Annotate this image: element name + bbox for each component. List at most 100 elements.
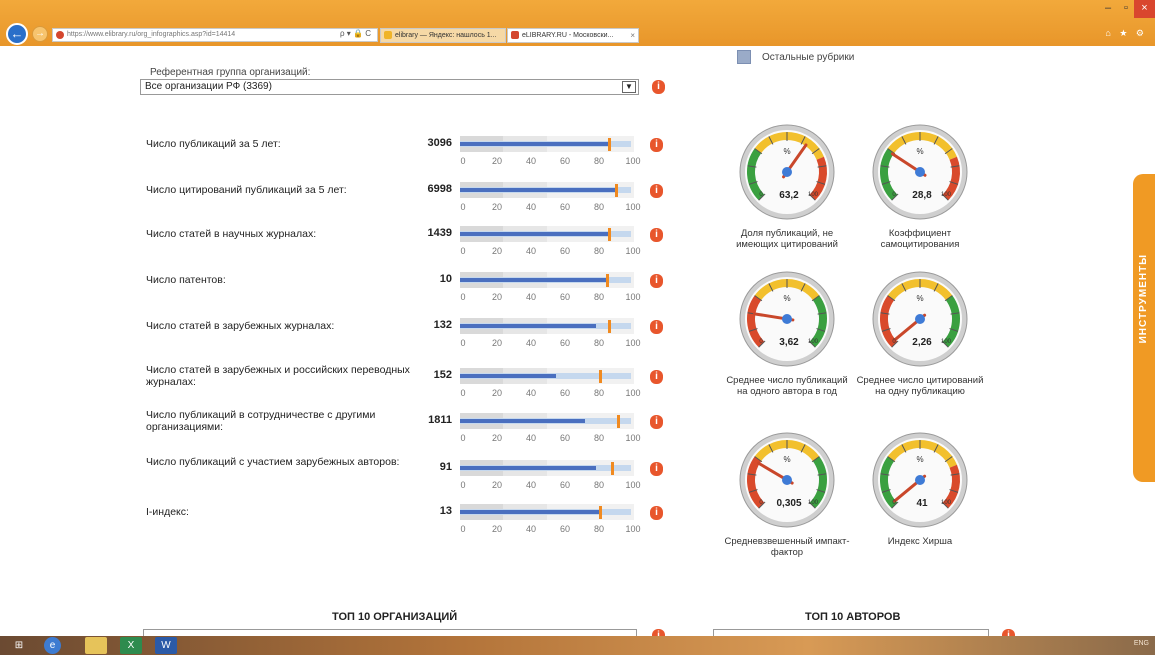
value-bar <box>460 324 596 328</box>
forward-button[interactable]: → <box>32 26 48 42</box>
tray-language[interactable]: ENG <box>1134 640 1149 647</box>
windows-start-icon[interactable]: ⊞ <box>8 637 30 654</box>
info-icon[interactable]: i <box>652 629 665 636</box>
info-icon[interactable]: i <box>650 184 663 198</box>
gauge-caption: Среднее число цитирований на одну публик… <box>856 375 984 397</box>
axis-tick-label: 0 <box>460 156 466 166</box>
axis-tick-label: 100 <box>625 524 641 534</box>
chevron-down-icon[interactable]: ▼ <box>622 81 636 93</box>
gauge-dial: 0 100% <box>739 271 835 367</box>
bullet-axis: 0 20 40 60 80 100 <box>460 338 640 350</box>
browser-tab-elibrary[interactable]: eLIBRARY.RU - Московски... × <box>507 28 639 43</box>
bullet-axis: 0 20 40 60 80 100 <box>460 202 640 214</box>
legend-label: Остальные рубрики <box>762 52 855 63</box>
info-icon[interactable]: i <box>650 415 663 429</box>
metric-label: Число статей в научных журналах: <box>146 228 317 240</box>
top-orgs-select[interactable] <box>143 629 637 636</box>
bullet-bar <box>460 318 634 334</box>
axis-tick-label: 100 <box>625 388 641 398</box>
gauge-dial: 0 100% <box>872 271 968 367</box>
axis-tick-label: 100 <box>625 292 641 302</box>
gauge-value: 41 <box>916 498 928 509</box>
axis-tick-label: 40 <box>525 388 537 398</box>
info-icon[interactable]: i <box>650 370 663 384</box>
info-icon[interactable]: i <box>650 320 663 334</box>
reference-group-select[interactable]: Все организации РФ (3369) ▼ <box>140 79 639 95</box>
address-tools[interactable]: ρ ▾ 🔒 C <box>340 29 371 38</box>
bullet-bar <box>460 182 634 198</box>
metric-label: Число патентов: <box>146 274 226 286</box>
file-explorer-icon[interactable] <box>85 637 107 654</box>
axis-tick-label: 100 <box>625 338 641 348</box>
axis-tick-label: 20 <box>491 524 503 534</box>
maximize-button[interactable]: ▫ <box>1118 0 1134 18</box>
info-icon[interactable]: i <box>650 138 663 152</box>
reference-group-value: Все организации РФ (3369) <box>145 81 272 92</box>
reference-group-label: Референтная группа организаций: <box>150 67 311 78</box>
back-button[interactable]: ← <box>6 23 28 45</box>
axis-tick-label: 60 <box>559 246 571 256</box>
gauge-caption: Среднее число публикаций на одного автор… <box>726 375 848 397</box>
axis-tick-label: 0 <box>460 480 466 490</box>
info-icon[interactable]: i <box>652 80 665 94</box>
minimize-button[interactable]: – <box>1098 0 1118 18</box>
info-icon[interactable]: i <box>1002 629 1015 636</box>
info-icon[interactable]: i <box>650 462 663 476</box>
metric-value: 6998 <box>427 183 452 195</box>
gauge-hub <box>782 314 792 324</box>
bullet-axis: 0 20 40 60 80 100 <box>460 388 640 400</box>
axis-tick-label: 40 <box>525 480 537 490</box>
word-icon[interactable]: W <box>155 637 177 654</box>
site-favicon-icon <box>56 31 64 39</box>
gauge-hub <box>782 475 792 485</box>
excel-icon[interactable]: X <box>120 637 142 654</box>
axis-tick-label: 100 <box>625 246 641 256</box>
metric-label: Число публикаций в сотрудничестве с друг… <box>146 409 376 433</box>
axis-tick-label: 60 <box>559 388 571 398</box>
target-marker <box>616 415 620 428</box>
gauge-unit-label: % <box>916 455 923 464</box>
gauge-caption: Индекс Хирша <box>887 536 953 547</box>
close-tab-icon[interactable]: × <box>630 29 635 42</box>
axis-tick-label: 0 <box>460 388 466 398</box>
value-bar <box>460 232 610 236</box>
metric-label: Число статей в зарубежных и российских п… <box>146 364 410 388</box>
metric-value: 13 <box>439 505 452 517</box>
gauge-max-label: 100 <box>808 339 819 345</box>
bullet-bar <box>460 368 634 384</box>
metric-value: 1439 <box>427 227 452 239</box>
axis-tick-label: 60 <box>559 480 571 490</box>
toolbar-icons[interactable]: ⌂ ★ ⚙ <box>1105 28 1147 39</box>
gauge-max-label: 100 <box>941 192 952 198</box>
gauge-dial: 0 100% <box>872 432 968 528</box>
metric-value: 152 <box>433 369 452 381</box>
metric-label: Число статей в зарубежных журналах: <box>146 320 335 332</box>
gauge-value: 3,62 <box>779 337 799 348</box>
address-bar[interactable]: https://www.elibrary.ru/org_infographics… <box>52 28 378 42</box>
axis-tick-label: 40 <box>525 433 537 443</box>
browser-tab-yandex[interactable]: elibrary — Яндекс: нашлось 1... <box>380 28 506 43</box>
gauge-hub <box>915 314 925 324</box>
close-window-button[interactable]: × <box>1134 0 1155 18</box>
axis-tick-label: 60 <box>559 292 571 302</box>
axis-tick-label: 60 <box>559 433 571 443</box>
axis-tick-label: 0 <box>460 433 466 443</box>
info-icon[interactable]: i <box>650 274 663 288</box>
axis-tick-label: 0 <box>460 524 466 534</box>
axis-tick-label: 20 <box>491 433 503 443</box>
value-bar <box>460 466 596 470</box>
internet-explorer-icon[interactable]: e <box>44 637 61 654</box>
axis-tick-label: 80 <box>593 524 605 534</box>
gauge-unit-label: % <box>916 294 923 303</box>
gauge-value: 28,8 <box>912 190 932 201</box>
top-authors-select[interactable] <box>713 629 989 636</box>
browser-chrome: ← → https://www.elibrary.ru/org_infograp… <box>0 0 1155 46</box>
gauge-value: 2,26 <box>912 337 932 348</box>
tab-label: eLIBRARY.RU - Московски... <box>522 32 614 39</box>
info-icon[interactable]: i <box>650 228 663 242</box>
info-icon[interactable]: i <box>650 506 663 520</box>
tools-side-tab[interactable]: ИНСТРУМЕНТЫ <box>1133 174 1155 482</box>
axis-tick-label: 80 <box>593 388 605 398</box>
axis-tick-label: 60 <box>559 156 571 166</box>
axis-tick-label: 60 <box>559 524 571 534</box>
